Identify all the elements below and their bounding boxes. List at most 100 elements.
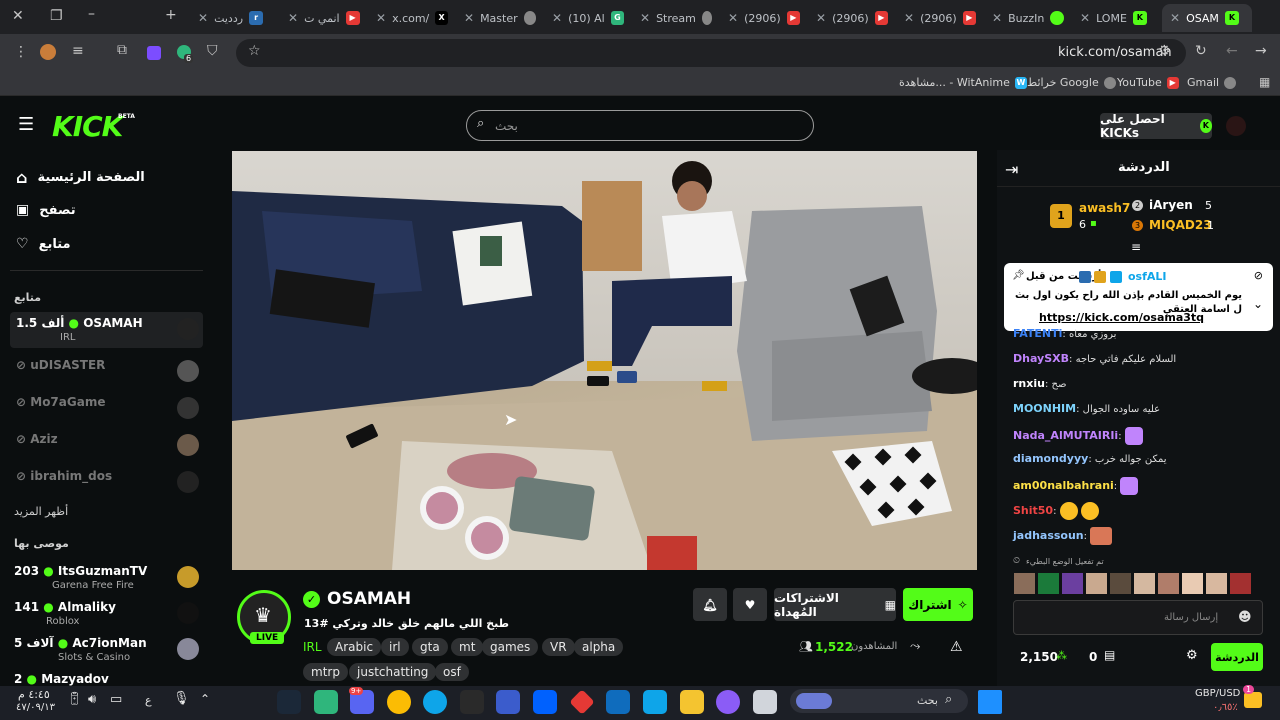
search-input[interactable]: ⌕ بحث <box>466 110 814 141</box>
leaderboard-name[interactable]: awash7 <box>1079 201 1130 215</box>
store-icon[interactable] <box>643 690 667 714</box>
share-icon[interactable]: ⤳ <box>910 639 920 654</box>
sidebar-channel-ibrahim-dos[interactable]: ⊘ ibrahim_dos <box>10 465 203 501</box>
chart-widget-icon[interactable] <box>1244 692 1262 708</box>
sidebar-channel-aziz[interactable]: ⊘ Aziz <box>10 428 203 464</box>
points-balance[interactable]: 2,150 <box>1020 650 1058 664</box>
streamer-name[interactable]: OSAMAH <box>327 589 411 609</box>
video-player[interactable] <box>232 151 977 570</box>
tag[interactable]: gta <box>412 638 448 656</box>
steam-icon[interactable] <box>277 690 301 714</box>
sidebar-channel-mo7agame[interactable]: ⊘ Mo7aGame <box>10 391 203 427</box>
site-settings-icon[interactable]: ⚙ <box>1158 43 1171 59</box>
back-icon[interactable]: → <box>1255 43 1267 59</box>
tab[interactable]: ✕ x.com/X <box>368 4 456 32</box>
tab[interactable]: ✕ Stream <box>632 4 720 32</box>
clock-date[interactable]: ٤٧/٠٩/١٣ <box>16 702 55 713</box>
network-icon[interactable]: ▭ <box>110 692 122 707</box>
subscribe-button[interactable]: اشتراك ✧ <box>903 588 973 621</box>
show-more-link[interactable]: أظهر المزيد <box>14 505 68 518</box>
battery-icon[interactable]: 🔋︎ <box>66 692 83 707</box>
app-icon[interactable] <box>753 690 777 714</box>
emoji-picker-icon[interactable]: ☻ <box>1238 610 1252 625</box>
currency-pair[interactable]: GBP/USD <box>1195 688 1240 699</box>
tab[interactable]: ✕ LOME K <box>1072 4 1162 32</box>
bookmark-youtube[interactable]: YouTube ▶ <box>1117 76 1179 89</box>
tab[interactable]: ✕ انمي ت ▶ <box>280 4 368 32</box>
emote-icon[interactable] <box>1062 573 1083 594</box>
outlook-icon[interactable] <box>606 690 630 714</box>
app-icon[interactable] <box>314 690 338 714</box>
sidebar-channel-ac7ionman[interactable]: 5 آلاف ● Ac7ionMan Slots & Casino <box>10 632 203 668</box>
epic-games-icon[interactable] <box>460 690 484 714</box>
bookmark-witanime[interactable]: مشاهدة... - WitAnime W <box>899 76 1027 89</box>
shield-icon[interactable]: ⛉ <box>207 43 218 59</box>
nav-following[interactable]: ♡ متابع <box>16 236 71 252</box>
tag[interactable]: VR <box>542 638 575 656</box>
tag[interactable]: Arabic <box>327 638 382 656</box>
menu-dots-icon[interactable]: ⋮ <box>14 44 28 60</box>
emote-icon[interactable] <box>1086 573 1107 594</box>
chat-settings-icon[interactable]: ⚙ <box>1186 648 1198 663</box>
address-bar[interactable] <box>236 39 1186 67</box>
emote-icon[interactable] <box>1110 573 1131 594</box>
tab[interactable]: ✕ (2906) ▶ <box>808 4 896 32</box>
minimize-window-icon[interactable]: – <box>88 6 95 22</box>
windows-start-icon[interactable] <box>978 690 1002 714</box>
url-text[interactable]: kick.com/osamah <box>1058 45 1172 60</box>
get-kicks-button[interactable]: احصل على KICKs K <box>1100 112 1212 140</box>
extension-icon[interactable] <box>40 44 56 60</box>
reload-icon[interactable]: ↻ <box>1195 43 1207 59</box>
file-explorer-icon[interactable] <box>680 690 704 714</box>
report-icon[interactable]: ⚠ <box>950 639 963 655</box>
emote-icon[interactable] <box>1230 573 1251 594</box>
kicks-balance[interactable]: 0 <box>1089 650 1097 664</box>
notifications-button[interactable]: 🔔︎ <box>693 588 727 621</box>
apps-grid-icon[interactable]: ▦ <box>1259 75 1270 89</box>
tag[interactable]: mt <box>451 638 484 656</box>
pinned-user[interactable]: osfALI <box>1128 270 1167 283</box>
chevron-up-icon[interactable]: ⌃ <box>200 692 210 706</box>
tab[interactable]: ✕ (2906) ▶ <box>896 4 984 32</box>
dropbox-icon[interactable] <box>533 690 557 714</box>
extensions-puzzle-icon[interactable]: ⧉ <box>117 42 127 58</box>
collapse-chat-icon[interactable]: ⇥ <box>1005 160 1018 179</box>
emote-icon[interactable] <box>1206 573 1227 594</box>
tag[interactable]: mtrp <box>303 663 348 681</box>
forward-icon[interactable]: ← <box>1226 43 1238 59</box>
chevron-down-icon[interactable]: ⌄ <box>1253 297 1263 311</box>
taskbar-search[interactable]: بحث ⌕ <box>790 689 968 713</box>
leaderboard-name[interactable]: MIQAD23 <box>1149 218 1212 232</box>
app-icon[interactable] <box>496 690 520 714</box>
language-indicator[interactable]: ع <box>145 694 152 707</box>
emote-icon[interactable] <box>1014 573 1035 594</box>
nav-browse[interactable]: ▣ تصفح <box>16 202 76 218</box>
emote-icon[interactable] <box>1038 573 1059 594</box>
sidebar-channel-mazyadov[interactable]: 2 ● Mazyadov <box>10 668 203 686</box>
tag[interactable]: justchatting <box>349 663 437 681</box>
tab[interactable]: ✕ (2906) ▶ <box>720 4 808 32</box>
tag[interactable]: irl <box>381 638 409 656</box>
user-avatar[interactable] <box>1226 116 1246 136</box>
bookmark-maps[interactable]: خرائط Google <box>1027 76 1116 89</box>
sidebar-channel-almaliky[interactable]: 141 ● Almaliky Roblox <box>10 596 203 632</box>
sidebar-channel-udisaster[interactable]: ⊘ uDISASTER <box>10 354 203 390</box>
reading-list-icon[interactable]: ≡ <box>72 43 84 59</box>
copilot-icon[interactable] <box>716 690 740 714</box>
extension-icon[interactable] <box>147 46 161 60</box>
leaderboard-name[interactable]: iAryen <box>1149 198 1193 212</box>
follow-button[interactable]: ♥ <box>733 588 767 621</box>
expand-leaderboard-icon[interactable]: ≡ <box>1131 240 1141 254</box>
tag[interactable]: games <box>482 638 539 656</box>
sidebar-channel-osamah[interactable]: 1.5 ألف ● OSAMAH IRL <box>10 312 203 348</box>
edge-icon[interactable] <box>423 690 447 714</box>
tag[interactable]: osf <box>435 663 469 681</box>
tab[interactable]: ✕ BuzzIn <box>984 4 1072 32</box>
emote-icon[interactable] <box>1182 573 1203 594</box>
chrome-icon[interactable] <box>387 690 411 714</box>
hide-pinned-icon[interactable]: ⊘ <box>1254 269 1263 282</box>
clock-time[interactable]: ٤:٤٥ م <box>18 688 50 701</box>
nav-home[interactable]: ⌂ الصفحة الرئيسية <box>16 168 145 187</box>
send-chat-button[interactable]: الدردشة <box>1211 643 1263 671</box>
emote-icon[interactable] <box>1134 573 1155 594</box>
